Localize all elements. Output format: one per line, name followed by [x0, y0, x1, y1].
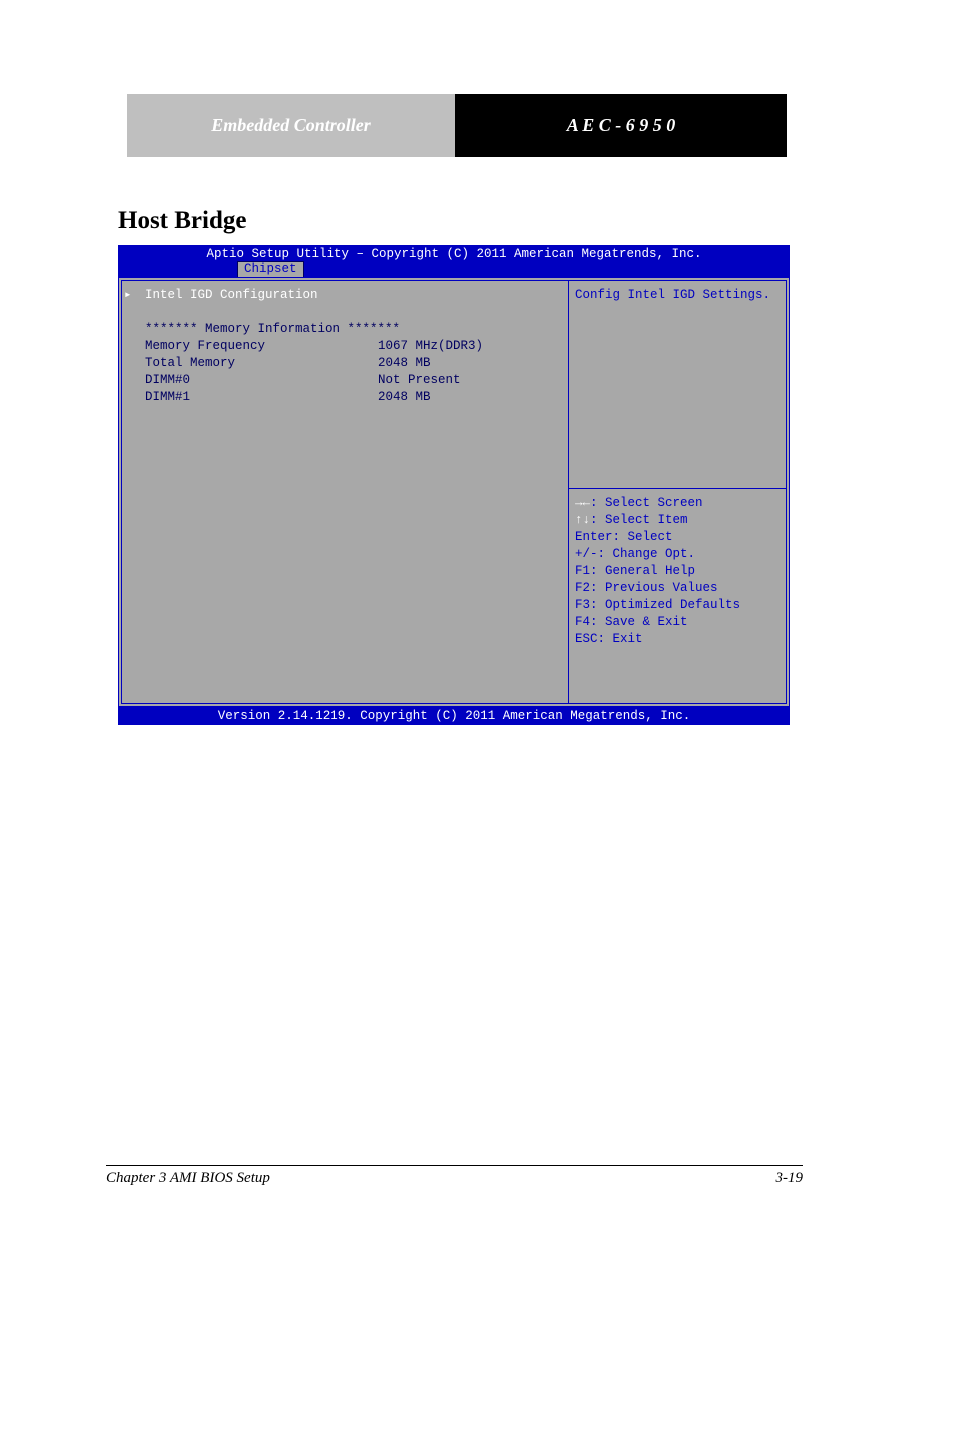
- memory-info-header: ******* Memory Information *******: [130, 321, 560, 338]
- header-black-block: A E C - 6 9 5 0: [455, 94, 787, 157]
- page-footer: Chapter 3 AMI BIOS Setup 3-19: [106, 1170, 803, 1227]
- bios-version-bar: Version 2.14.1219. Copyright (C) 2011 Am…: [118, 707, 790, 725]
- key-f1: F1: General Help: [575, 563, 780, 580]
- key-f3: F3: Optimized Defaults: [575, 597, 780, 614]
- key-f4: F4: Save & Exit: [575, 614, 780, 631]
- bios-screenshot: Aptio Setup Utility – Copyright (C) 2011…: [118, 245, 790, 725]
- tab-chipset[interactable]: Chipset: [237, 261, 304, 277]
- footer-right: 3-19: [776, 1170, 804, 1187]
- row-memory-frequency: Memory Frequency 1067 MHz(DDR3): [130, 338, 560, 355]
- key-f2: F2: Previous Values: [575, 580, 780, 597]
- value-dimm1: 2048 MB: [378, 389, 431, 406]
- key-esc: ESC: Exit: [575, 631, 780, 648]
- key-change-opt: +/-: Change Opt.: [575, 546, 780, 563]
- bios-main-panel: ▸ Intel IGD Configuration ******* Memory…: [121, 280, 569, 704]
- footer-left: Chapter 3 AMI BIOS Setup: [106, 1170, 270, 1187]
- header-gray-text: Embedded Controller: [127, 94, 455, 157]
- key-select-screen: →←: Select Screen: [575, 495, 780, 512]
- key-select-item: ↑↓: Select Item: [575, 512, 780, 529]
- model-number: A E C - 6 9 5 0: [567, 115, 676, 136]
- help-divider: [569, 488, 786, 489]
- row-total-memory: Total Memory 2048 MB: [130, 355, 560, 372]
- value-memory-frequency: 1067 MHz(DDR3): [378, 338, 483, 355]
- section-title: Host Bridge: [118, 207, 954, 235]
- bios-tab-row: Chipset: [118, 261, 790, 278]
- help-text: Config Intel IGD Settings.: [575, 288, 770, 302]
- value-dimm0: Not Present: [378, 372, 461, 389]
- selected-item-label: Intel IGD Configuration: [145, 288, 318, 302]
- bios-help-panel: Config Intel IGD Settings. →←: Select Sc…: [569, 280, 787, 704]
- footer-rule: [106, 1165, 803, 1166]
- bios-title-bar: Aptio Setup Utility – Copyright (C) 2011…: [118, 245, 790, 261]
- submenu-arrow-icon: ▸: [124, 287, 132, 304]
- header-gray-block: Embedded Controller: [127, 94, 455, 157]
- key-enter: Enter: Select: [575, 529, 780, 546]
- row-dimm1: DIMM#1 2048 MB: [130, 389, 560, 406]
- header-bar: Embedded Controller A E C - 6 9 5 0: [127, 94, 787, 157]
- row-dimm0: DIMM#0 Not Present: [130, 372, 560, 389]
- menu-intel-igd-configuration[interactable]: ▸ Intel IGD Configuration: [130, 287, 560, 304]
- value-total-memory: 2048 MB: [378, 355, 431, 372]
